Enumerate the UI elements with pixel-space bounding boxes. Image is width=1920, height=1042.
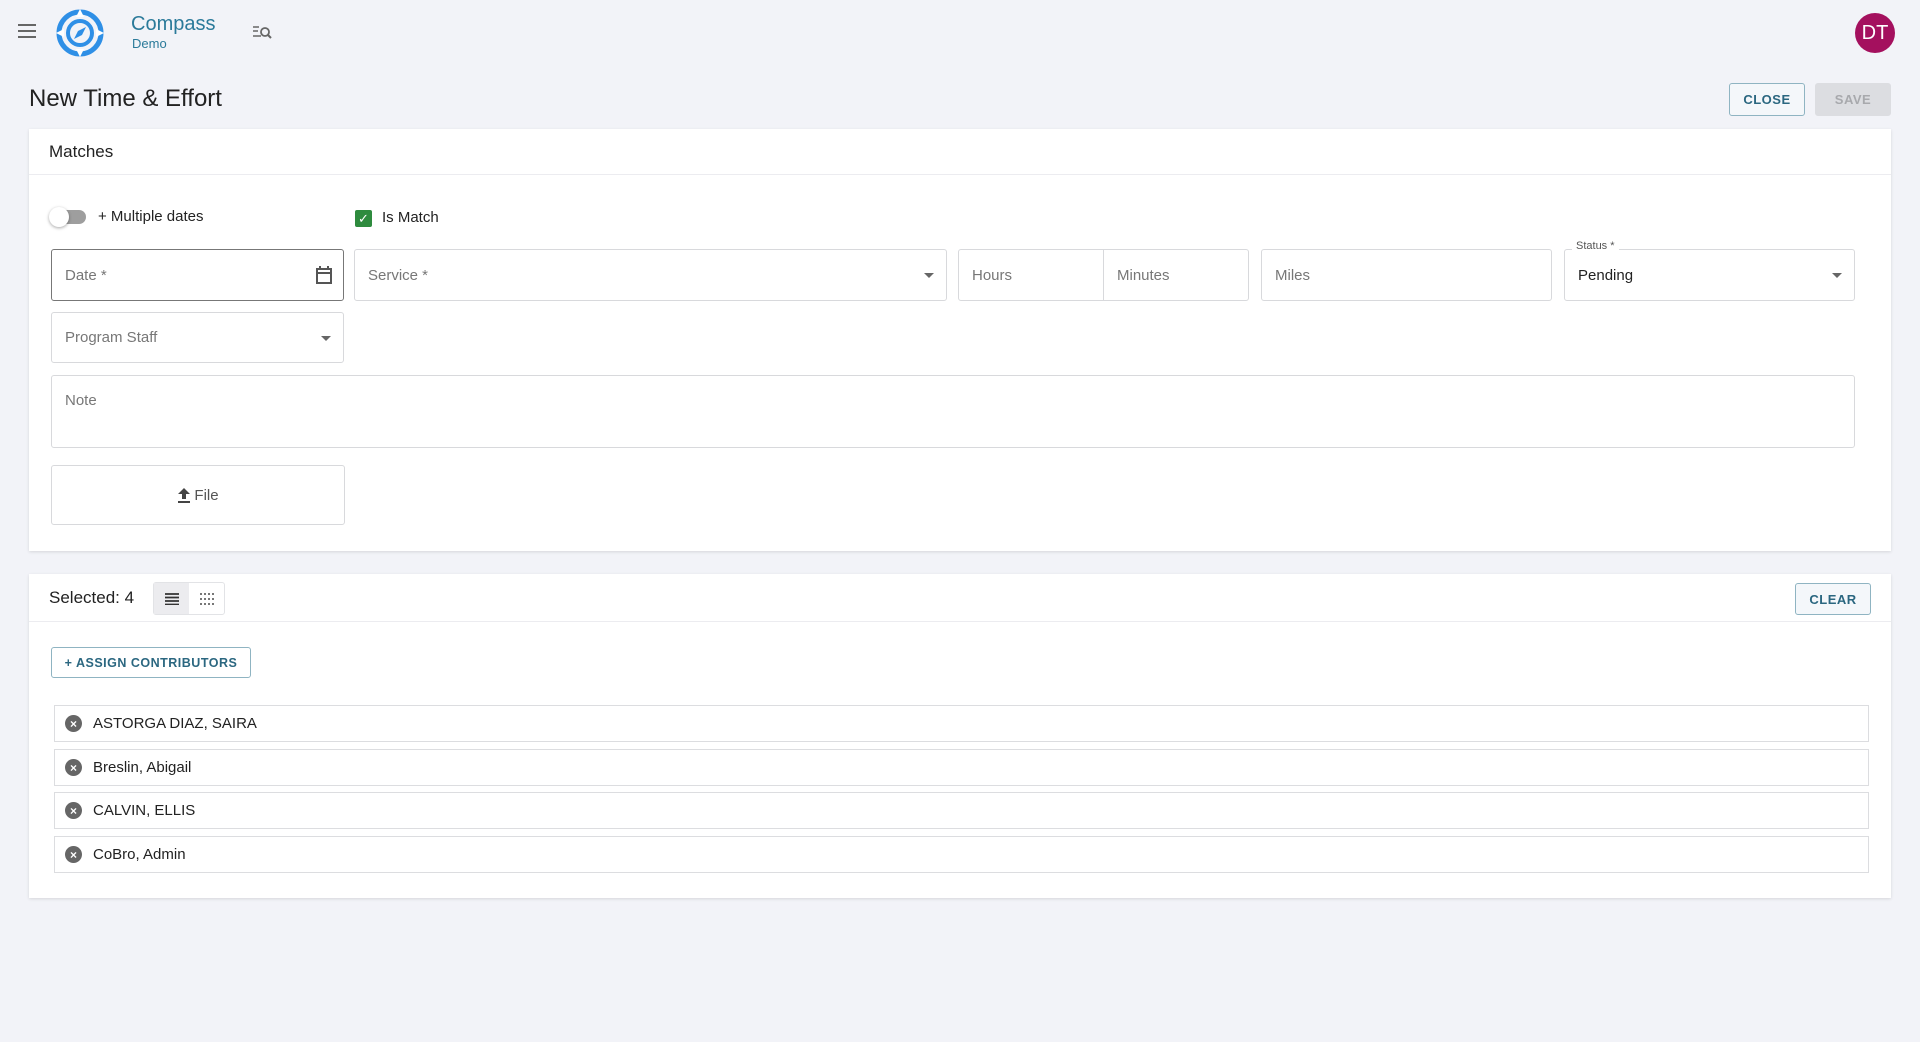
- app-brand[interactable]: Compass Demo: [131, 13, 215, 51]
- miles-placeholder: Miles: [1275, 266, 1311, 284]
- save-button[interactable]: SAVE: [1815, 83, 1891, 116]
- status-label: Status *: [1572, 240, 1619, 252]
- view-toggle: [153, 582, 225, 615]
- page-title: New Time & Effort: [29, 85, 222, 112]
- remove-icon[interactable]: ×: [65, 715, 82, 732]
- remove-icon[interactable]: ×: [65, 802, 82, 819]
- program-staff-select[interactable]: Program Staff: [51, 312, 344, 363]
- chevron-down-icon: [1832, 273, 1842, 278]
- date-field[interactable]: Date *: [51, 249, 344, 301]
- miles-input[interactable]: Miles: [1261, 249, 1552, 301]
- contributor-row: × CALVIN, ELLIS: [54, 792, 1869, 829]
- upload-icon: [178, 488, 191, 503]
- remove-icon[interactable]: ×: [65, 759, 82, 776]
- remove-icon[interactable]: ×: [65, 846, 82, 863]
- menu-icon[interactable]: [18, 24, 36, 38]
- calendar-icon[interactable]: [315, 265, 333, 285]
- contributor-row: × ASTORGA DIAZ, SAIRA: [54, 705, 1869, 742]
- assign-contributors-button[interactable]: + ASSIGN CONTRIBUTORS: [51, 647, 251, 678]
- service-placeholder: Service *: [368, 266, 429, 284]
- hours-placeholder: Hours: [972, 266, 1013, 284]
- list-view-icon[interactable]: [154, 583, 189, 614]
- compass-logo-icon: [56, 9, 104, 57]
- clear-button[interactable]: CLEAR: [1795, 583, 1871, 615]
- file-label: File: [194, 486, 219, 504]
- contributor-name: ASTORGA DIAZ, SAIRA: [93, 715, 257, 732]
- selected-count: Selected: 4: [49, 587, 135, 607]
- file-upload-button[interactable]: File: [51, 465, 345, 525]
- note-textarea[interactable]: Note: [51, 375, 1855, 448]
- minutes-placeholder: Minutes: [1117, 266, 1170, 284]
- is-match-checkbox[interactable]: ✓: [355, 210, 372, 227]
- app-subtitle: Demo: [132, 36, 167, 51]
- chevron-down-icon: [924, 273, 934, 278]
- chevron-down-icon: [321, 335, 331, 341]
- program-staff-placeholder: Program Staff: [65, 329, 158, 346]
- search-list-icon[interactable]: [252, 24, 272, 40]
- grid-view-icon[interactable]: [189, 583, 224, 614]
- contributors-card: Selected: 4 CLEAR + ASSIGN CONTRIBUTORS …: [29, 574, 1891, 898]
- date-placeholder: Date *: [65, 266, 107, 284]
- hours-input[interactable]: Hours: [958, 249, 1104, 301]
- multiple-dates-toggle[interactable]: [49, 207, 86, 227]
- matches-title: Matches: [29, 129, 1891, 175]
- service-select[interactable]: Service *: [354, 249, 947, 301]
- note-placeholder: Note: [65, 392, 97, 409]
- multiple-dates-label: + Multiple dates: [98, 208, 204, 225]
- app-name: Compass: [131, 13, 216, 35]
- user-avatar[interactable]: DT: [1855, 13, 1895, 53]
- status-select[interactable]: Pending: [1564, 249, 1855, 301]
- contributor-row: × Breslin, Abigail: [54, 749, 1869, 786]
- contributor-row: × CoBro, Admin: [54, 836, 1869, 873]
- contributor-name: CoBro, Admin: [93, 846, 186, 863]
- minutes-input[interactable]: Minutes: [1103, 249, 1249, 301]
- contributor-name: Breslin, Abigail: [93, 759, 192, 776]
- contributor-name: CALVIN, ELLIS: [93, 802, 196, 819]
- is-match-label: Is Match: [382, 209, 439, 226]
- close-button[interactable]: CLOSE: [1729, 83, 1805, 116]
- status-value: Pending: [1578, 266, 1634, 284]
